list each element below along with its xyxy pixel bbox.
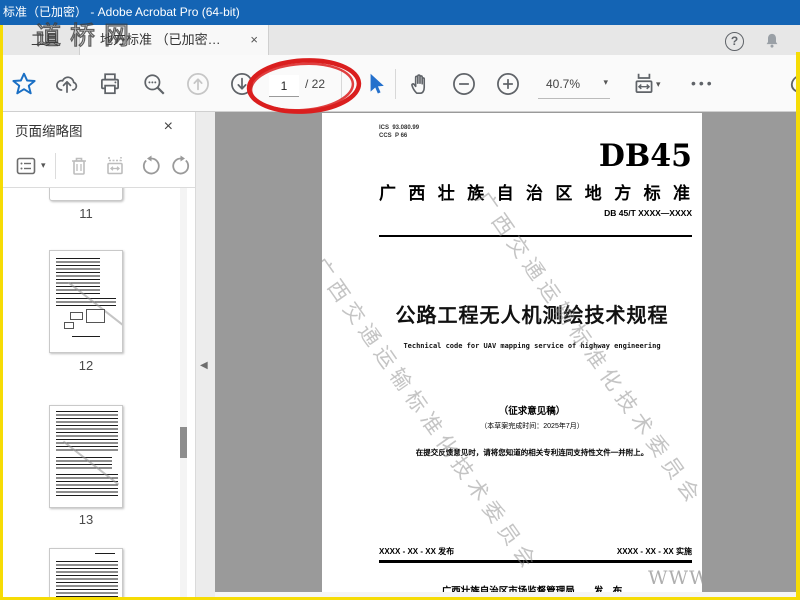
cloud-upload-icon[interactable] — [54, 71, 80, 97]
thumbnail-caption-line — [71, 335, 101, 338]
pdf-page-1: ICS 93.080.99 CCS P 66 DB45 广西壮族自治区地方标准 … — [322, 113, 702, 592]
rotate-ccw-icon[interactable] — [139, 154, 163, 178]
main-toolbar: / 22 40.7% ▾ ▾ ••• — [3, 55, 799, 112]
document-viewport[interactable]: ICS 93.080.99 CCS P 66 DB45 广西壮族自治区地方标准 … — [215, 112, 797, 592]
panel-edge-strip: ◀ — [195, 112, 215, 597]
thumbnail-diagram — [86, 308, 105, 323]
more-tools-icon[interactable]: ••• — [691, 75, 715, 91]
thumbnail-scrollbar[interactable] — [180, 188, 187, 597]
fit-caret-icon[interactable]: ▾ — [656, 79, 661, 90]
tab-document[interactable]: 地方标准 （已加密… × — [79, 25, 269, 55]
zoom-in-icon[interactable] — [495, 71, 521, 97]
doc-title-en: Technical code for UAV mapping service o… — [403, 342, 661, 350]
thumbnail-text-lines — [55, 411, 118, 454]
thumbnail-list: 11 12 13 — [3, 188, 195, 597]
thumbnail-diagram — [70, 311, 84, 320]
doc-header-rule — [379, 235, 692, 237]
select-tool-icon[interactable] — [363, 71, 389, 97]
doc-dates-row: XXXX - XX - XX 发布 XXXX - XX - XX 实施 — [379, 546, 692, 557]
page-total-label: / 22 — [305, 77, 326, 91]
border-left — [0, 25, 3, 600]
border-right — [796, 52, 800, 600]
help-icon[interactable]: ? — [725, 31, 744, 51]
doc-draft-note: （本草案完成时间：2025年7月） — [480, 423, 584, 430]
resize-pages-icon[interactable] — [103, 154, 127, 178]
rotate-cw-icon[interactable] — [169, 154, 193, 178]
thumbnail-page-14[interactable] — [49, 548, 123, 597]
thumbnail-diagram — [64, 321, 75, 329]
zoom-caret-icon: ▾ — [603, 77, 608, 87]
panel-title: 页面缩略图 — [15, 124, 83, 139]
search-icon[interactable] — [141, 71, 167, 97]
doc-standard-name: 广西壮族自治区地方标准 — [379, 184, 702, 203]
previous-page-icon[interactable] — [185, 71, 211, 97]
thumbnail-label-12: 12 — [78, 358, 94, 373]
notification-bell-icon[interactable] — [762, 30, 782, 52]
thumbnail-text-lines — [94, 552, 115, 556]
favorite-star-icon[interactable] — [11, 71, 37, 97]
collapse-panel-icon[interactable]: ◀ — [200, 360, 208, 371]
thumbnail-page-11[interactable] — [49, 188, 123, 201]
thumbnail-toolbar: ▾ — [3, 143, 195, 188]
thumbnail-options-caret-icon[interactable]: ▾ — [41, 160, 46, 171]
doc-issue-date: XXXX - XX - XX 发布 — [379, 547, 455, 556]
thumbnail-scrollbar-thumb[interactable] — [180, 427, 187, 458]
doc-db45-logo: DB45 — [598, 138, 692, 175]
zoom-level-value: 40.7% — [546, 77, 581, 91]
tab-document-label: 地方标准 （已加密… — [100, 32, 221, 47]
tab-close-icon[interactable]: × — [250, 25, 258, 55]
thumbnail-page-13[interactable] — [49, 405, 123, 508]
tab-bar: 工具 地方标准 （已加密… × ? — [3, 25, 796, 55]
hand-tool-icon[interactable] — [407, 71, 433, 97]
doc-standard-number: DB 45/T XXXX—XXXX — [604, 208, 692, 218]
window-titlebar[interactable]: 标准（已加密） - Adobe Acrobat Pro (64-bit) — [0, 0, 800, 25]
page-number-box — [269, 75, 299, 97]
next-page-icon[interactable] — [229, 71, 255, 97]
delete-pages-icon[interactable] — [67, 154, 91, 178]
acrobat-window: 标准（已加密） - Adobe Acrobat Pro (64-bit) 工具 … — [0, 0, 800, 600]
doc-title-cn: 公路工程无人机测绘技术规程 — [395, 305, 669, 327]
zoom-level-dropdown[interactable]: 40.7% ▾ — [538, 71, 610, 99]
window-title: 标准（已加密） - Adobe Acrobat Pro (64-bit) — [3, 5, 240, 19]
thumbnail-options-icon[interactable] — [15, 154, 39, 178]
zoom-out-icon[interactable] — [451, 71, 477, 97]
doc-ics-ccs: ICS 93.080.99 CCS P 66 — [379, 125, 420, 139]
thumbnail-label-13: 13 — [78, 512, 94, 527]
doc-draft-status: （征求意见稿） — [498, 406, 566, 417]
thumbnail-text-lines — [55, 560, 118, 597]
thumbnail-label-11: 11 — [79, 206, 93, 221]
panel-close-icon[interactable]: × — [164, 118, 173, 136]
tab-tools[interactable]: 工具 — [11, 25, 79, 55]
print-icon[interactable] — [97, 71, 123, 97]
page-thumbnails-panel: 页面缩略图 × ▾ 11 12 13 — [3, 112, 195, 597]
doc-publisher: 广西壮族自治区市场监督管理局 发 布 — [441, 586, 623, 592]
doc-implement-date: XXXX - XX - XX 实施 — [616, 547, 692, 556]
thumbnail-page-12[interactable] — [49, 250, 123, 353]
doc-footer-rule — [379, 560, 692, 563]
page-number-input[interactable] — [269, 75, 299, 97]
fit-width-icon[interactable] — [631, 71, 657, 97]
thumbnail-text-lines — [55, 298, 117, 306]
doc-patent-note: 在提交反馈意见时，请将您知道的相关专利连同支持性文件一并附上。 — [415, 448, 649, 457]
